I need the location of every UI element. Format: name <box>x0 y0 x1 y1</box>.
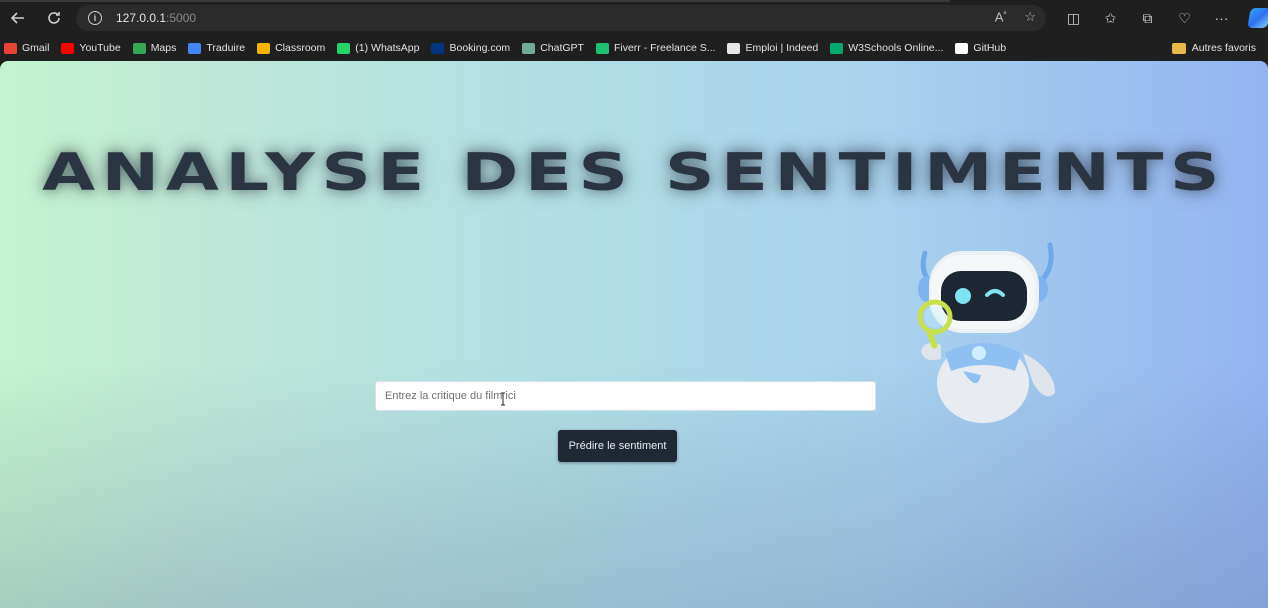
bookmark-gmail[interactable]: Gmail <box>4 36 49 60</box>
translate-icon <box>188 42 202 54</box>
booking-icon <box>431 42 445 54</box>
browser-toolbar: i 127.0.0.1:5000 Aᵃ ☆ ◫ ✩ ⧉ ♡ ··· <box>0 0 1268 36</box>
bookmark-whatsapp[interactable]: (1) WhatsApp <box>337 36 419 60</box>
favorite-star-icon[interactable]: ☆ <box>1024 9 1036 25</box>
bookmark-booking[interactable]: Booking.com <box>431 36 510 60</box>
bookmark-indeed[interactable]: Emploi | Indeed <box>727 36 818 60</box>
tab-strip-edge <box>0 0 950 2</box>
bookmark-label: W3Schools Online... <box>848 42 944 54</box>
copilot-icon[interactable] <box>1240 0 1268 36</box>
bookmark-w3schools[interactable]: W3Schools Online... <box>830 36 943 60</box>
page-title: Analyse des sentiments <box>41 143 1227 203</box>
review-input[interactable] <box>375 381 876 411</box>
predict-button[interactable]: Prédire le sentiment <box>558 430 677 462</box>
favorites-icon[interactable]: ✩ <box>1092 0 1129 36</box>
gmail-icon <box>4 42 17 54</box>
chatgpt-icon <box>522 42 536 54</box>
collections-icon[interactable]: ⧉ <box>1129 0 1166 36</box>
reload-icon[interactable] <box>36 0 72 36</box>
bookmark-label: Maps <box>150 42 177 54</box>
bookmark-label: Gmail <box>22 42 50 54</box>
whatsapp-icon <box>337 42 351 54</box>
address-bar[interactable]: i 127.0.0.1:5000 Aᵃ ☆ <box>76 5 1046 31</box>
classroom-icon <box>257 42 271 54</box>
other-favorites-folder[interactable]: Autres favoris <box>1171 36 1256 60</box>
text-cursor-icon <box>501 392 505 406</box>
bookmark-label: Fiverr - Freelance S... <box>613 42 716 54</box>
bookmark-label: Emploi | Indeed <box>745 42 819 54</box>
browser-essentials-icon[interactable]: ♡ <box>1166 0 1203 36</box>
folder-icon <box>1171 42 1186 54</box>
bookmark-maps[interactable]: Maps <box>132 36 177 60</box>
split-screen-icon[interactable]: ◫ <box>1055 0 1092 36</box>
bookmark-github[interactable]: GitHub <box>955 36 1006 60</box>
bookmark-label: Booking.com <box>449 42 511 54</box>
url-text: 127.0.0.1:5000 <box>116 11 197 25</box>
back-icon[interactable] <box>0 0 36 36</box>
bookmark-translate[interactable]: Traduire <box>188 36 245 60</box>
page-viewport: Analyse des sentiments Prédire le sentim… <box>0 61 1268 608</box>
youtube-icon <box>61 42 75 54</box>
bookmarks-bar: Gmail YouTube Maps Traduire Classroom (1) Wha… <box>0 36 1268 60</box>
bookmark-label: Traduire <box>206 42 246 54</box>
read-aloud-icon[interactable]: Aᵃ <box>995 9 1007 25</box>
fiverr-icon <box>595 42 609 54</box>
more-menu-icon[interactable]: ··· <box>1203 0 1240 36</box>
indeed-icon <box>727 42 741 54</box>
other-favorites-label: Autres favoris <box>1191 42 1256 54</box>
bookmark-label: GitHub <box>973 42 1007 54</box>
maps-icon <box>132 42 146 54</box>
bookmark-label: ChatGPT <box>540 42 584 54</box>
bookmark-chatgpt[interactable]: ChatGPT <box>522 36 584 60</box>
bookmark-youtube[interactable]: YouTube <box>61 36 121 60</box>
bookmark-fiverr[interactable]: Fiverr - Freelance S... <box>595 36 716 60</box>
bookmark-label: YouTube <box>79 42 121 54</box>
w3schools-icon <box>830 42 844 54</box>
robot-illustration <box>917 242 1055 423</box>
bookmark-label: Classroom <box>275 42 326 54</box>
bookmark-label: (1) WhatsApp <box>355 42 420 54</box>
bookmark-classroom[interactable]: Classroom <box>257 36 325 60</box>
github-icon <box>955 42 969 54</box>
site-info-icon[interactable]: i <box>88 11 102 25</box>
